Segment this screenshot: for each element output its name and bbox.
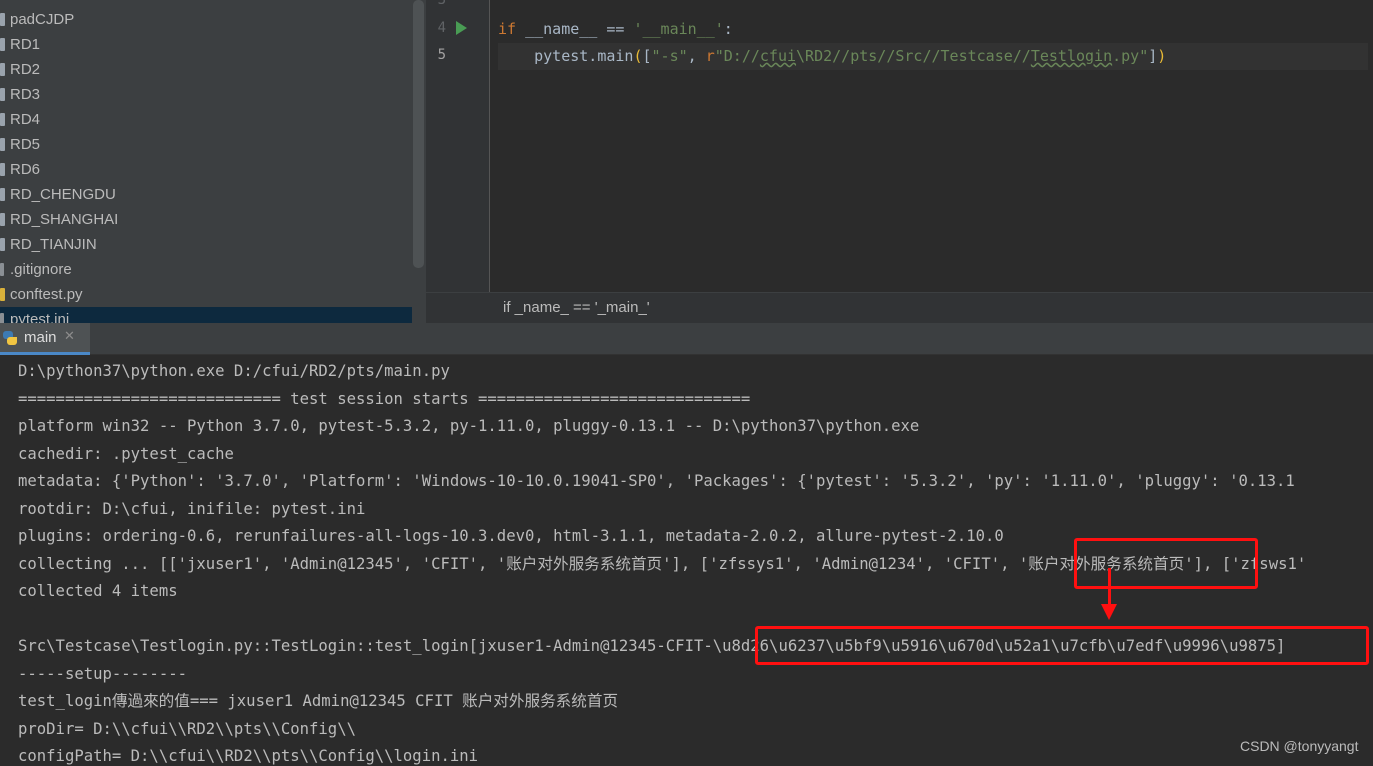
tree-item-label: RD3: [10, 86, 41, 103]
string-literal-typo: Testlogin: [1030, 47, 1113, 65]
annotation-arrow-head: [1101, 604, 1117, 620]
project-tree-scrollbar[interactable]: [413, 0, 424, 268]
bracket-open: [: [642, 47, 652, 65]
tree-item[interactable]: .gitignore: [0, 257, 412, 282]
string-literal: D://: [723, 47, 760, 65]
python-file-icon: [0, 288, 5, 301]
keyword-if: if: [498, 20, 517, 38]
console-line: plugins: ordering-0.6, rerunfailures-all…: [18, 527, 1004, 545]
string-literal-typo: cfui: [759, 47, 797, 65]
tree-item[interactable]: padCJDP: [0, 7, 412, 32]
project-tree: padCJDP RD1 RD2 RD3 RD4 RD5 RD6 RD_CHENGDU RD_SH…: [0, 0, 426, 323]
console-line: rootdir: D:\cfui, inifile: pytest.ini: [18, 499, 366, 518]
tree-item-label: RD_TIANJIN: [10, 236, 97, 253]
console-line: test_login傳過來的值=== jxuser1 Admin@12345 C…: [18, 692, 619, 710]
tree-item[interactable]: RD_SHANGHAI: [0, 207, 412, 232]
tree-item[interactable]: RD_CHENGDU: [0, 182, 412, 207]
folder-icon: [0, 13, 5, 26]
file-icon: [0, 313, 4, 323]
code-call: pytest.main: [534, 47, 634, 65]
code-line-5: pytest.main(["-s", r"D://cfui\RD2//pts//…: [498, 43, 1368, 70]
python-icon: [3, 331, 17, 345]
code-line-4: if __name__ == '__main__':: [498, 16, 1368, 43]
folder-icon: [0, 188, 5, 201]
folder-icon: [0, 163, 5, 176]
watermark: CSDN @tonyyangt: [1240, 738, 1359, 754]
string-literal: '__main__': [633, 20, 724, 38]
tree-item[interactable]: RD_TIANJIN: [0, 232, 412, 257]
bracket-close: ]: [1148, 47, 1158, 65]
highlight-box-unicode-escapes: [755, 626, 1369, 665]
tree-item-label: padCJDP: [10, 11, 75, 28]
tree-item-label: RD2: [10, 61, 41, 78]
folder-icon: [0, 238, 5, 251]
code-text: :: [723, 20, 733, 38]
run-tab-main[interactable]: main ✕: [0, 323, 90, 355]
file-icon: [0, 263, 4, 276]
run-tab-label: main: [24, 329, 57, 346]
tree-item-label: RD_CHENGDU: [10, 186, 116, 203]
tree-item[interactable]: RD6: [0, 157, 412, 182]
tree-item-label: pytest.ini: [10, 311, 70, 323]
line-number: 4: [437, 20, 446, 36]
tree-item-label: conftest.py: [10, 286, 83, 303]
console-line: configPath= D:\\cfui\\RD2\\pts\\Config\\…: [18, 747, 479, 765]
breadcrumb[interactable]: if _name_ == '_main_': [503, 299, 650, 316]
run-icon[interactable]: [456, 21, 467, 35]
folder-icon: [0, 138, 5, 151]
string-literal: .py: [1112, 47, 1140, 65]
string-literal: \RD2//pts//Src//Testcase//: [796, 47, 1031, 65]
console-line: metadata: {'Python': '3.7.0', 'Platform'…: [18, 472, 1295, 490]
console-line: cachedir: .pytest_cache: [18, 444, 234, 463]
console-line: proDir= D:\\cfui\\RD2\\pts\\Config\\: [18, 719, 356, 738]
code-text: ,: [687, 47, 706, 65]
tree-item-label: RD6: [10, 161, 41, 178]
tree-item-label: RD5: [10, 136, 41, 153]
close-icon[interactable]: ✕: [64, 329, 75, 344]
tree-item-label: RD_SHANGHAI: [10, 211, 119, 228]
tree-item[interactable]: RD4: [0, 107, 412, 132]
paren-open: (: [633, 47, 643, 65]
code-text: __name__ ==: [516, 20, 634, 38]
line-number: 3: [437, 0, 446, 8]
paren-close: ): [1157, 47, 1167, 65]
highlight-box-chinese-text: [1074, 538, 1258, 589]
console-line: platform win32 -- Python 3.7.0, pytest-5…: [18, 417, 920, 435]
tree-item-label: RD1: [10, 36, 41, 53]
folder-icon: [0, 213, 5, 226]
console-line: -----setup--------: [18, 664, 187, 683]
folder-icon: [0, 63, 5, 76]
tree-item[interactable]: RD2: [0, 57, 412, 82]
tree-item[interactable]: RD5: [0, 132, 412, 157]
tree-item[interactable]: conftest.py: [0, 282, 412, 307]
string-quote: ": [714, 47, 724, 65]
folder-icon: [0, 38, 5, 51]
tree-item-label: RD4: [10, 111, 41, 128]
line-number: 5: [437, 47, 446, 63]
breadcrumb-bar: if _name_ == '_main_': [426, 292, 1373, 323]
tree-item[interactable]: pytest.ini: [0, 307, 412, 323]
tree-item-label: .gitignore: [10, 261, 72, 278]
string-literal: "-s": [651, 47, 688, 65]
folder-icon: [0, 113, 5, 126]
tree-item[interactable]: RD1: [0, 32, 412, 57]
annotation-arrow-shaft: [1108, 568, 1111, 608]
folder-icon: [0, 88, 5, 101]
console-line: ============================ test sessio…: [18, 389, 751, 408]
tree-item[interactable]: RD3: [0, 82, 412, 107]
console-line: collected 4 items: [18, 582, 178, 600]
code-editor[interactable]: 3 4 5 if __name__ == '__main__': pytest.…: [426, 0, 1373, 323]
string-quote: ": [1139, 47, 1149, 65]
raw-prefix: r: [705, 47, 715, 65]
line-number-gutter: 3 4 5: [426, 0, 490, 292]
run-toolwindow-header: main ✕: [0, 323, 1373, 355]
console-line: D:\python37\python.exe D:/cfui/RD2/pts/m…: [18, 362, 450, 380]
